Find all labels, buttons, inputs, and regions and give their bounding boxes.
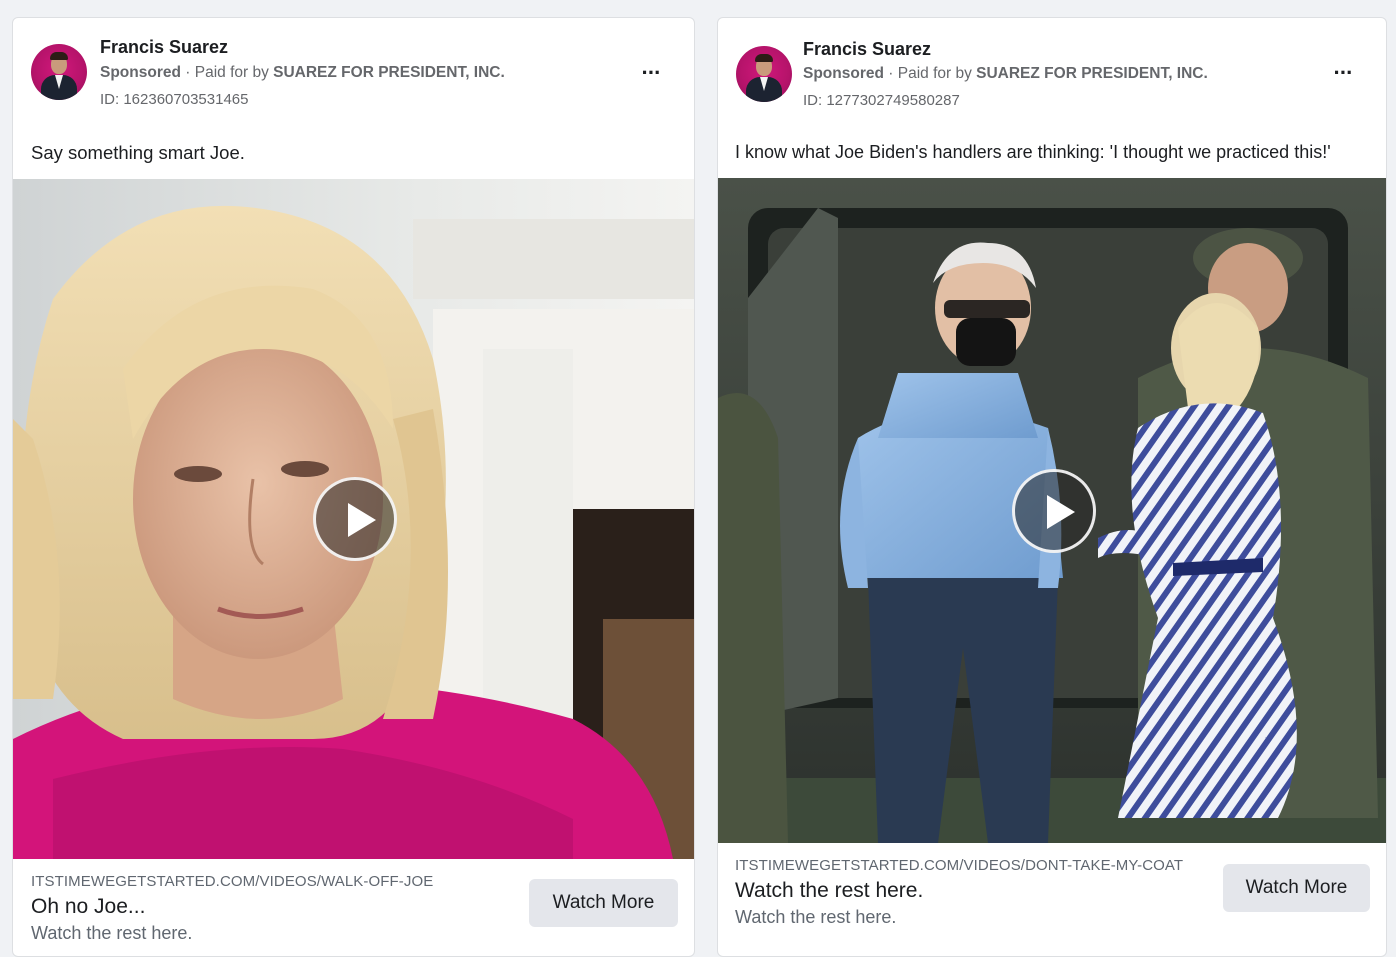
video-thumbnail[interactable]	[718, 178, 1386, 843]
watch-more-button[interactable]: Watch More	[529, 879, 678, 927]
ad-card: Francis Suarez Sponsored · Paid for by S…	[717, 17, 1387, 957]
ad-card: Francis Suarez Sponsored · Paid for by S…	[12, 17, 695, 957]
advertiser-avatar[interactable]	[736, 46, 792, 102]
sponsorship-line: Sponsored · Paid for by SUAREZ FOR PRESI…	[803, 65, 1208, 83]
link-url[interactable]: ITSTIMEWEGETSTARTED.COM/VIDEOS/WALK-OFF-…	[31, 873, 433, 890]
video-thumbnail[interactable]	[13, 179, 694, 859]
play-button-icon[interactable]	[1012, 469, 1096, 553]
more-options-icon[interactable]: ···	[637, 62, 665, 86]
sponsored-label: Sponsored	[100, 64, 181, 81]
ad-id: ID: 1277302749580287	[803, 92, 960, 109]
advertiser-name[interactable]: Francis Suarez	[803, 39, 931, 60]
advertiser-name[interactable]: Francis Suarez	[100, 37, 228, 58]
link-title[interactable]: Watch the rest here.	[735, 879, 923, 903]
link-description: Watch the rest here.	[735, 907, 897, 927]
ad-caption: Say something smart Joe.	[31, 142, 245, 163]
link-url[interactable]: ITSTIMEWEGETSTARTED.COM/VIDEOS/DONT-TAKE…	[735, 857, 1183, 874]
sponsored-label: Sponsored	[803, 65, 884, 82]
advertiser-avatar[interactable]	[31, 44, 87, 100]
link-title[interactable]: Oh no Joe...	[31, 895, 145, 919]
paid-for-prefix: · Paid for by	[888, 65, 972, 82]
paid-for-by: SUAREZ FOR PRESIDENT, INC.	[976, 65, 1208, 82]
sponsorship-line: Sponsored · Paid for by SUAREZ FOR PRESI…	[100, 64, 505, 82]
paid-for-by: SUAREZ FOR PRESIDENT, INC.	[273, 64, 505, 81]
paid-for-prefix: · Paid for by	[185, 64, 269, 81]
play-button-icon[interactable]	[313, 477, 397, 561]
more-options-icon[interactable]: ···	[1329, 62, 1357, 86]
ad-id: ID: 162360703531465	[100, 91, 249, 108]
ad-caption: I know what Joe Biden's handlers are thi…	[735, 142, 1331, 162]
watch-more-button[interactable]: Watch More	[1223, 864, 1370, 912]
link-description: Watch the rest here.	[31, 923, 193, 943]
